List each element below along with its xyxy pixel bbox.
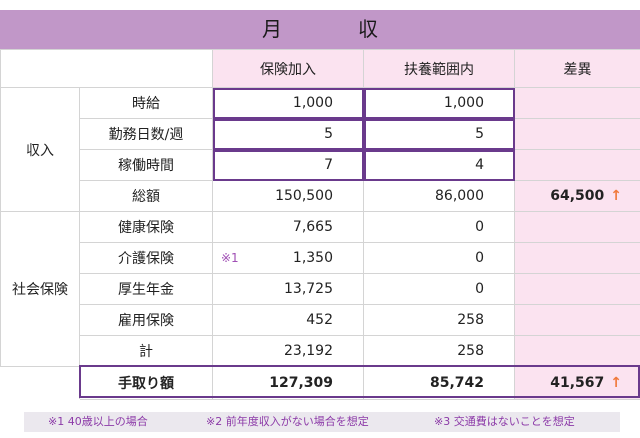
total-difference-value: 41,567 <box>550 375 605 391</box>
value-text: 1,350 <box>292 250 333 266</box>
value-dependent: 258 <box>363 304 515 336</box>
total-blank <box>0 366 80 400</box>
page-title: 月 収 <box>0 10 640 49</box>
table-row: 介護保険 ※1 1,350 0 <box>1 242 640 274</box>
table-row: 収入 時給 1,000 1,000 <box>0 87 640 212</box>
diff-cell <box>514 242 640 274</box>
footnote-1: ※1 40歳以上の場合 <box>48 415 148 428</box>
table-row: 計 23,192 258 <box>1 335 640 367</box>
value-insured: 13,725 <box>212 273 364 305</box>
row-label: 雇用保険 <box>79 304 213 336</box>
value-insured: 7,665 <box>212 211 364 243</box>
value-dependent: 0 <box>363 273 515 305</box>
total-row: 手取り額 127,309 85,742 41,567 ↑ <box>0 366 640 400</box>
value-insured: 452 <box>212 304 364 336</box>
footnote-3: ※3 交通費はないことを想定 <box>434 415 575 428</box>
diff-cell <box>514 87 640 119</box>
total-dependent: 85,742 <box>363 366 515 400</box>
row-label: 厚生年金 <box>79 273 213 305</box>
row-label: 介護保険 <box>79 242 213 274</box>
hours-dependent[interactable]: 4 <box>363 149 515 181</box>
header-row: 保険加入 扶養範囲内 差異 <box>0 49 640 88</box>
footnote-marker: ※1 <box>221 251 239 265</box>
row-label: 勤務日数/週 <box>79 118 213 150</box>
gross-difference-value: 64,500 <box>550 188 605 204</box>
header-difference: 差異 <box>514 49 640 88</box>
diff-cell <box>514 304 640 336</box>
table-row: 雇用保険 452 258 <box>1 304 640 336</box>
value-dependent: 0 <box>363 242 515 274</box>
row-label: 健康保険 <box>79 211 213 243</box>
table-row: 社会保険 健康保険 7,665 0 <box>0 211 640 367</box>
group-label-insurance: 社会保険 <box>0 211 80 367</box>
value-insured: 23,192 <box>212 335 364 367</box>
value-dependent: 0 <box>363 211 515 243</box>
row-label: 時給 <box>79 87 213 119</box>
diff-cell <box>514 149 640 181</box>
value-dependent: 258 <box>363 335 515 367</box>
workdays-insured[interactable]: 5 <box>212 118 364 150</box>
arrow-up-icon: ↑ <box>610 188 622 204</box>
salary-table: 保険加入 扶養範囲内 差異 収入 時給 1,000 1,000 勤務日数/週 5… <box>0 49 640 400</box>
header-dependent: 扶養範囲内 <box>363 49 515 88</box>
footnotes-bar: ※1 40歳以上の場合 ※2 前年度収入がない場合を想定 ※3 交通費はないこと… <box>24 412 620 432</box>
table-row: 勤務日数/週 5 5 <box>1 118 640 150</box>
total-difference: 41,567 ↑ <box>514 366 640 400</box>
diff-cell <box>514 273 640 305</box>
value-insured: ※1 1,350 <box>212 242 364 274</box>
footnote-2: ※2 前年度収入がない場合を想定 <box>206 415 369 428</box>
total-label: 手取り額 <box>79 366 213 400</box>
row-label: 稼働時間 <box>79 149 213 181</box>
diff-cell <box>514 118 640 150</box>
arrow-up-icon: ↑ <box>610 375 622 391</box>
table-row: 厚生年金 13,725 0 <box>1 273 640 305</box>
table-row: 総額 150,500 86,000 64,500 ↑ <box>1 180 640 212</box>
diff-cell <box>514 211 640 243</box>
gross-dependent: 86,000 <box>363 180 515 212</box>
hourly-wage-dependent[interactable]: 1,000 <box>363 87 515 119</box>
table-row: 稼働時間 7 4 <box>1 149 640 181</box>
gross-insured: 150,500 <box>212 180 364 212</box>
diff-cell <box>514 335 640 367</box>
hourly-wage-insured[interactable]: 1,000 <box>212 87 364 119</box>
header-blank <box>0 49 213 88</box>
workdays-dependent[interactable]: 5 <box>363 118 515 150</box>
row-label: 計 <box>79 335 213 367</box>
row-label: 総額 <box>79 180 213 212</box>
total-insured: 127,309 <box>212 366 364 400</box>
hours-insured[interactable]: 7 <box>212 149 364 181</box>
group-label-income: 収入 <box>0 87 80 212</box>
header-insured: 保険加入 <box>212 49 364 88</box>
gross-difference: 64,500 ↑ <box>514 180 640 212</box>
